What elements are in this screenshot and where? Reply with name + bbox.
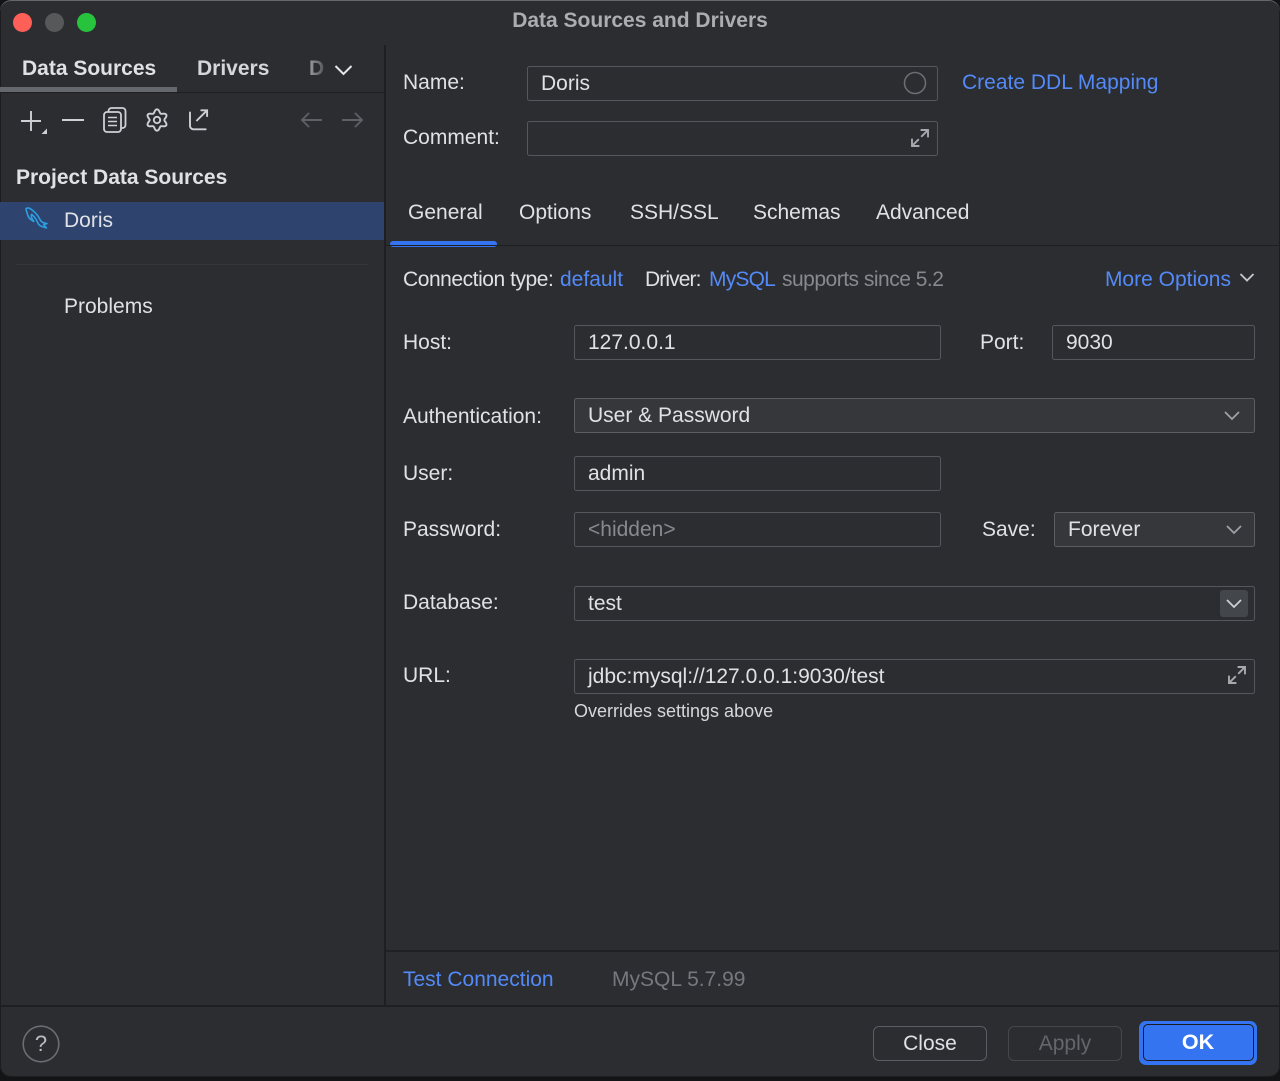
svg-text:?: ? bbox=[35, 1031, 47, 1056]
